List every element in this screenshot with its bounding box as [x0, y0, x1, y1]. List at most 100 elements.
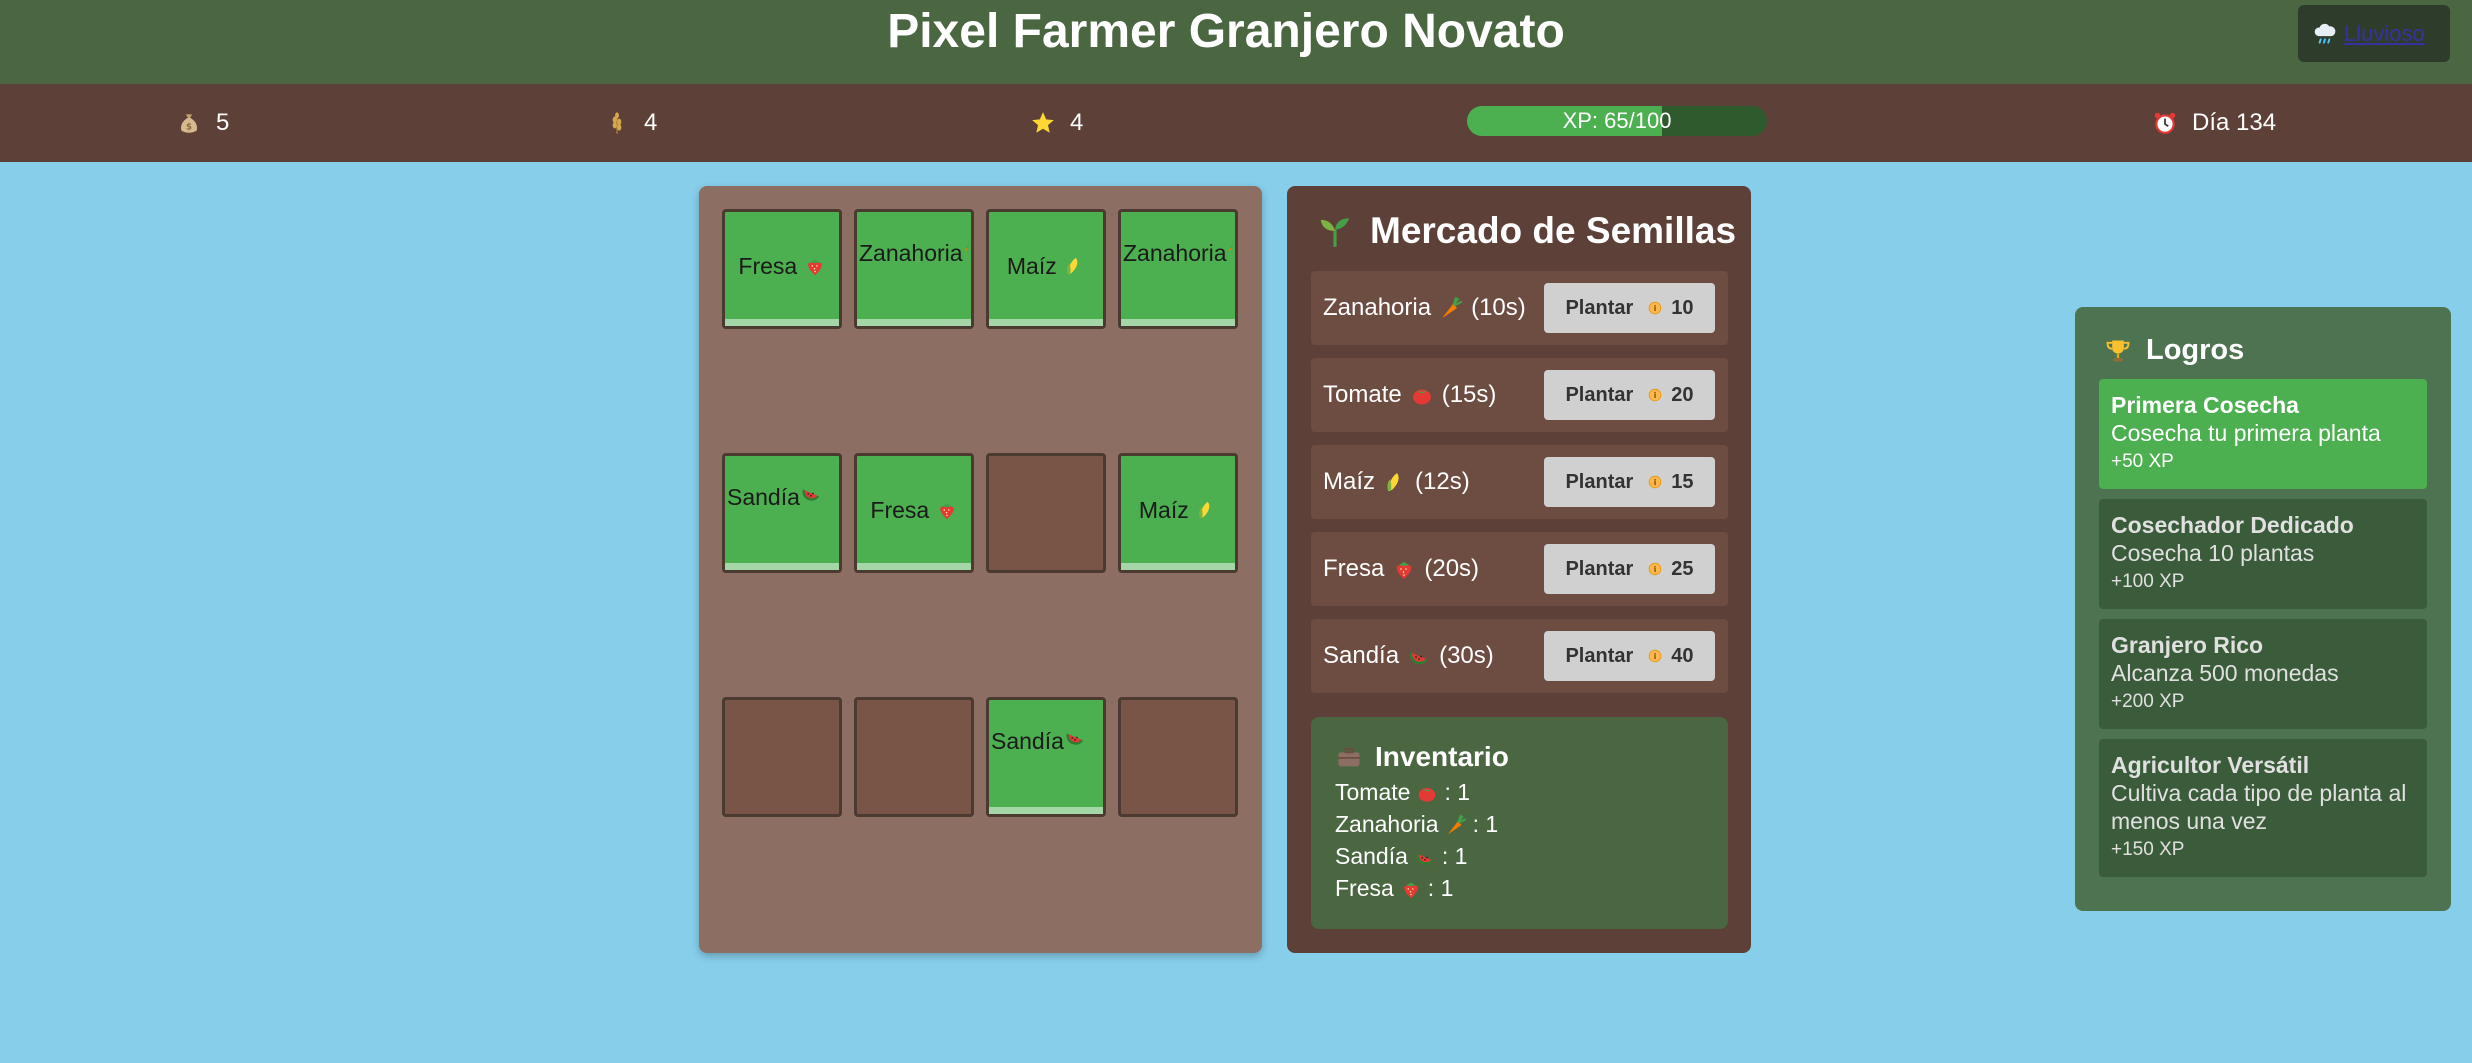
watermelon-icon: [1064, 726, 1086, 748]
inventory-item-name: Zanahoria: [1335, 811, 1439, 837]
coins-stat: $ 5: [176, 107, 229, 139]
corn-icon: [1383, 470, 1407, 494]
seed-grow-time: (20s): [1424, 555, 1480, 582]
strawberry-icon: [804, 255, 826, 277]
market-title-text: Mercado de Semillas: [1370, 210, 1737, 251]
seed-name: Sandía (30s): [1323, 619, 1494, 693]
plot-crop-label: Maíz: [989, 212, 1103, 326]
farm-plot[interactable]: [986, 453, 1106, 573]
xp-progress-bar: XP: 65/100: [1467, 106, 1767, 136]
tomato-icon: [1416, 782, 1438, 804]
seed-name: Fresa (20s): [1323, 532, 1479, 606]
achievement-name: Granjero Rico: [2111, 632, 2264, 658]
farm-plot[interactable]: Fresa: [722, 209, 842, 329]
market-title: Mercado de Semillas: [1316, 210, 1736, 252]
seed-price: 15: [1671, 470, 1694, 493]
farm-plot[interactable]: Sandía: [722, 453, 842, 573]
achievement-desc: Cosecha tu primera planta: [2111, 420, 2381, 446]
achievement-name: Primera Cosecha: [2111, 392, 2299, 418]
strawberry-icon: [1400, 878, 1422, 900]
plant-button[interactable]: Plantar 25: [1544, 544, 1715, 594]
corn-icon: [1063, 255, 1085, 277]
plant-button[interactable]: Plantar 20: [1544, 370, 1715, 420]
plant-button[interactable]: Plantar 15: [1544, 457, 1715, 507]
briefcase-icon: [1338, 747, 1360, 767]
inventory-item-name: Sandía: [1335, 843, 1408, 869]
plant-button[interactable]: Plantar 40: [1544, 631, 1715, 681]
weather-button[interactable]: Lluvioso: [2298, 5, 2450, 62]
coin-icon: [1645, 559, 1665, 579]
seed-name-text: Zanahoria: [1323, 294, 1432, 321]
achievement-name: Cosechador Dedicado: [2111, 512, 2354, 538]
farm-plot[interactable]: Maíz: [1118, 453, 1238, 573]
inventory-item: Sandía : 1: [1335, 843, 1467, 870]
svg-text:$: $: [186, 123, 192, 133]
harvest-stat: 4: [604, 107, 657, 139]
plot-crop-label: Maíz: [1121, 456, 1235, 570]
game-header: Pixel Farmer Granjero Novato Lluvioso: [0, 0, 2472, 84]
farm-plot[interactable]: [722, 697, 842, 817]
seed-name-text: Maíz: [1323, 468, 1376, 495]
plant-button-label: Plantar: [1565, 644, 1634, 667]
level-stat: 4: [1030, 107, 1083, 139]
achievement-card: Agricultor Versátil Cultiva cada tipo de …: [2099, 739, 2427, 877]
coin-icon: [1645, 385, 1665, 405]
farm-plot[interactable]: Zanahoria: [854, 209, 974, 329]
seed-name: Maíz (12s): [1323, 445, 1470, 519]
seed-row: Fresa (20s) Plantar 25: [1311, 532, 1728, 606]
achievement-card: Granjero Rico Alcanza 500 monedas +200 XP: [2099, 619, 2427, 729]
inventory-item-count: : 1: [1441, 843, 1468, 869]
seed-grow-time: (10s): [1471, 294, 1526, 321]
corn-icon: [1195, 499, 1217, 521]
plot-crop-label: Fresa: [725, 212, 839, 326]
farm-plot[interactable]: [854, 697, 974, 817]
achievement-xp: +100 XP: [2111, 571, 2185, 592]
stats-bar: $ 5 4 4 XP: 65/100 Día 134: [0, 84, 2472, 162]
plot-crop-label: Fresa: [857, 456, 971, 570]
xp-text: XP: 65/100: [1562, 108, 1672, 133]
seed-grow-time: (12s): [1415, 468, 1470, 495]
carrot-icon: [963, 238, 969, 260]
farm-plot[interactable]: [1118, 697, 1238, 817]
achievements-panel: Logros Primera Cosecha Cosecha tu primera…: [2075, 307, 2451, 911]
plant-button[interactable]: Plantar 10: [1544, 283, 1715, 333]
wheat-icon: [612, 112, 622, 134]
game-title: Pixel Farmer Granjero Novato: [887, 5, 1565, 58]
seed-price: 20: [1671, 383, 1694, 406]
plot-crop-label: Sandía: [989, 700, 1103, 814]
plot-crop-label: Zanahoria: [1121, 212, 1235, 326]
star-icon: [1032, 112, 1054, 133]
farm-plot[interactable]: Sandía: [986, 697, 1106, 817]
achievement-xp: +200 XP: [2111, 691, 2185, 712]
seed-grow-time: (15s): [1441, 381, 1497, 408]
achievement-xp: +50 XP: [2111, 451, 2174, 472]
plot-crop-name: Maíz: [1138, 497, 1189, 523]
seed-row: Tomate (15s) Plantar 20: [1311, 358, 1728, 432]
plant-button-label: Plantar: [1565, 470, 1634, 493]
plot-crop-name: Sandía: [727, 484, 800, 510]
achievement-card: Primera Cosecha Cosecha tu primera planta…: [2099, 379, 2427, 489]
strawberry-icon: [936, 499, 958, 521]
farm-plot[interactable]: Maíz: [986, 209, 1106, 329]
weather-label[interactable]: Lluvioso: [2344, 21, 2425, 47]
farm-plot[interactable]: Zanahoria: [1118, 209, 1238, 329]
trophy-icon: [2106, 340, 2130, 361]
harvest-value: 4: [644, 109, 658, 136]
achievement-desc: Alcanza 500 monedas: [2111, 660, 2339, 686]
inventory-item-count: : 1: [1427, 875, 1454, 901]
watermelon-icon: [800, 482, 822, 504]
seed-name-text: Tomate: [1323, 381, 1402, 408]
plot-crop-name: Zanahoria: [1123, 240, 1227, 266]
achievements-title-text: Logros: [2146, 334, 2245, 366]
seed-grow-time: (30s): [1439, 642, 1494, 669]
carrot-icon: [1227, 238, 1233, 260]
farm-plot[interactable]: Fresa: [854, 453, 974, 573]
inventory-item-count: : 1: [1472, 811, 1499, 837]
seed-name: Zanahoria (10s): [1323, 271, 1526, 345]
watermelon-icon: [1407, 644, 1431, 668]
plot-crop-name: Maíz: [1006, 253, 1057, 279]
plot-crop-name: Zanahoria: [859, 240, 963, 266]
seed-name: Tomate (15s): [1323, 358, 1496, 432]
inventory-title-text: Inventario: [1375, 741, 1509, 772]
plot-crop-name: Sandía: [991, 728, 1064, 754]
